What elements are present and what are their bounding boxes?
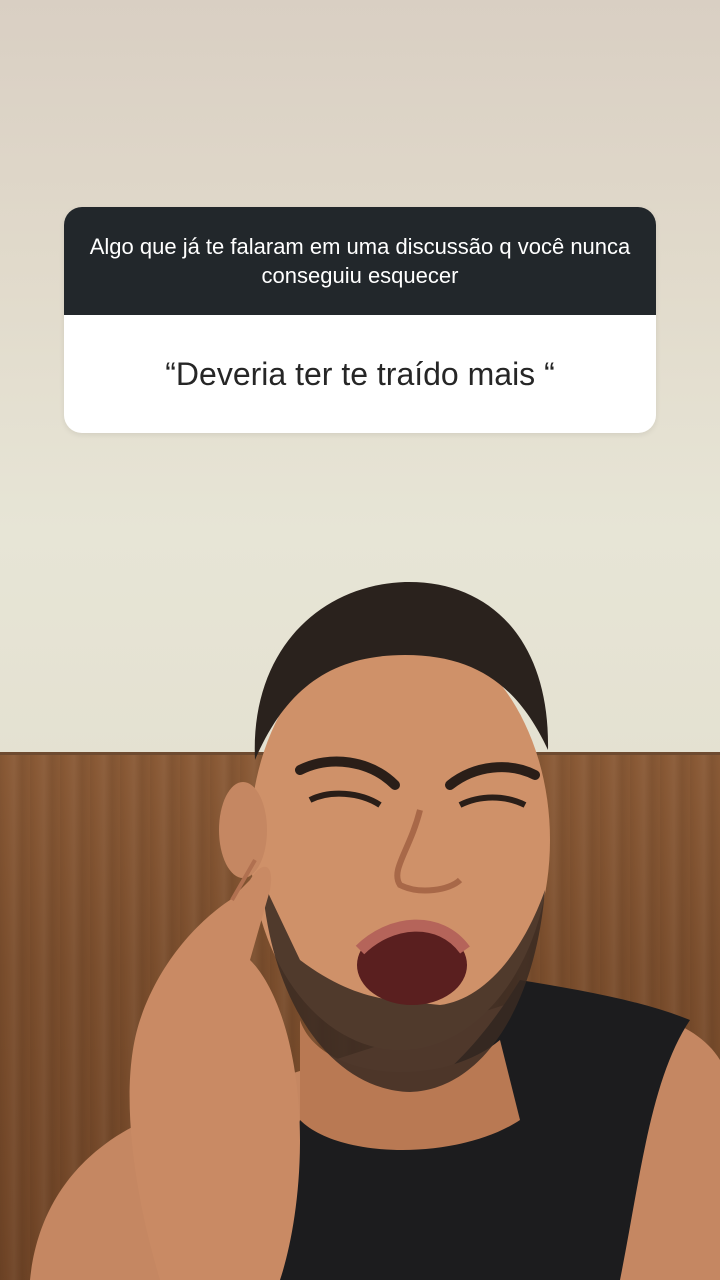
question-sticker[interactable]: Algo que já te falaram em uma discussão … <box>64 207 656 433</box>
answer-text: “Deveria ter te traído mais “ <box>165 356 555 392</box>
story-frame: Algo que já te falaram em uma discussão … <box>0 0 720 1280</box>
question-text: Algo que já te falaram em uma discussão … <box>89 234 631 288</box>
question-sticker-answer-area: “Deveria ter te traído mais “ <box>64 315 656 433</box>
person-photo <box>30 581 720 1280</box>
question-sticker-header: Algo que já te falaram em uma discussão … <box>64 207 656 315</box>
